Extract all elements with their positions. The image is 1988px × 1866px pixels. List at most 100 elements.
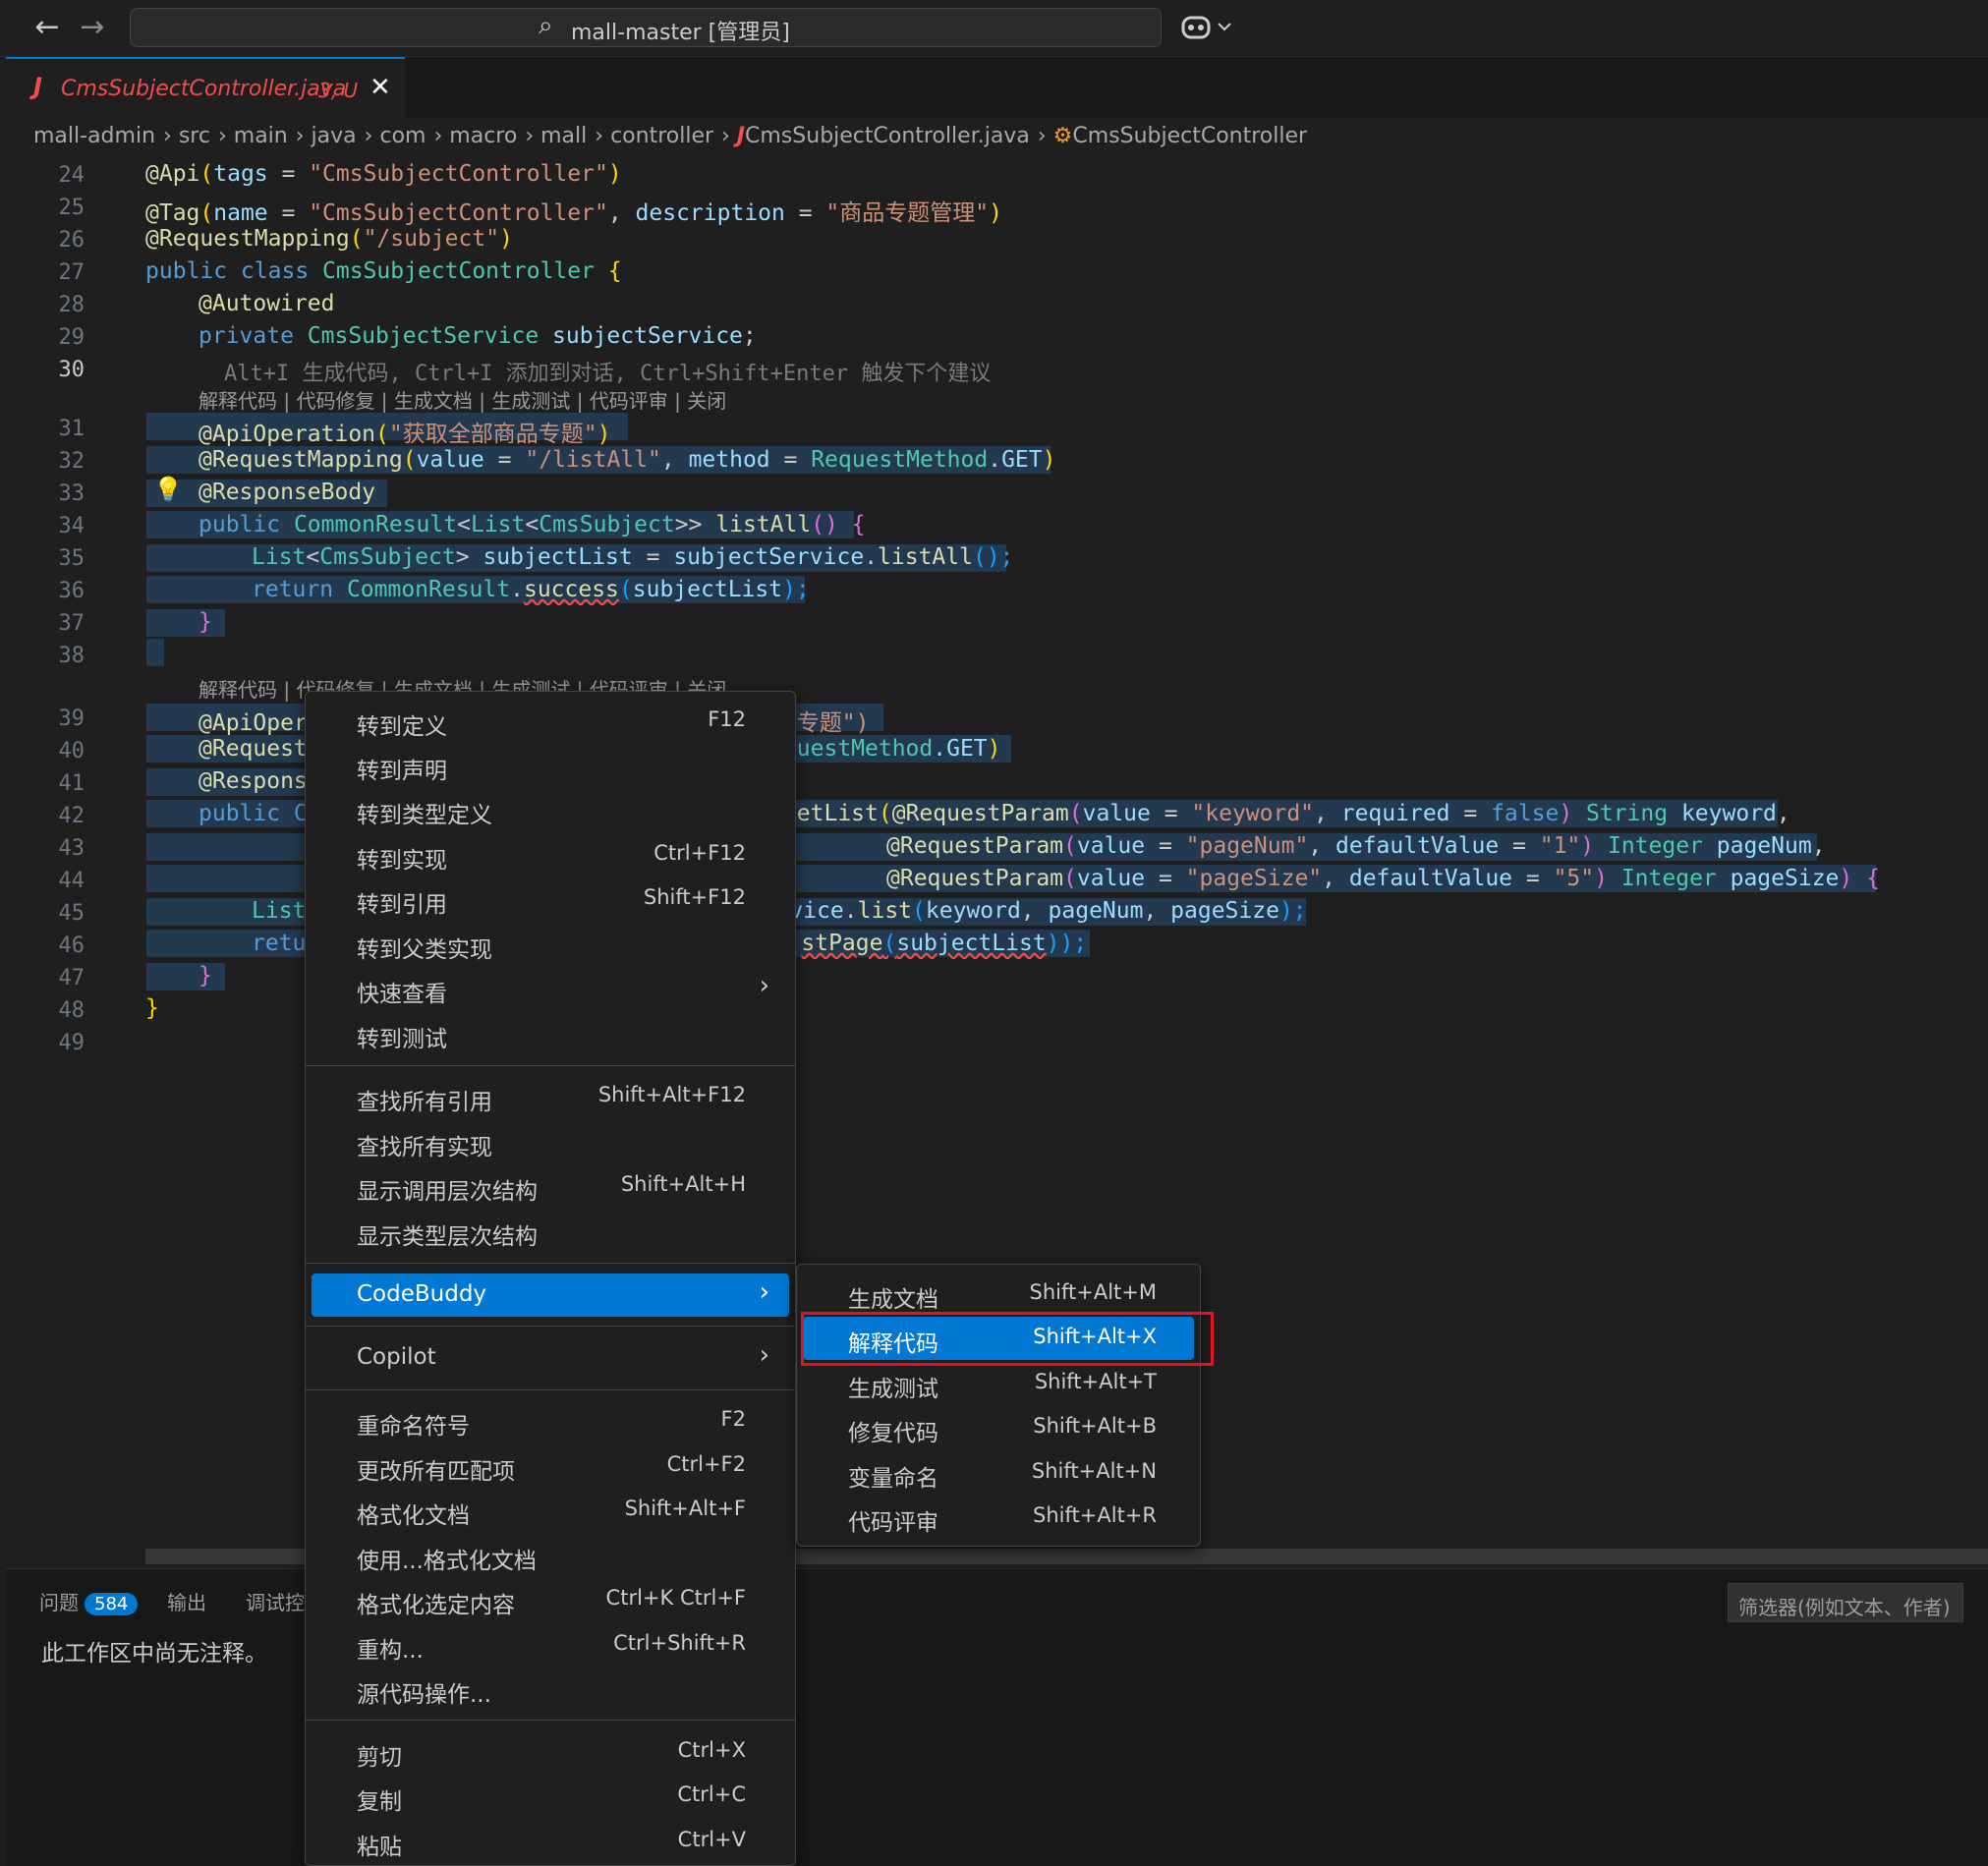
tab-output[interactable]: 输出	[167, 1587, 206, 1615]
breadcrumb-item[interactable]: com	[379, 124, 426, 148]
tab-debug-console[interactable]: 调试控	[246, 1587, 305, 1615]
menu-item-go-to-test[interactable]: 转到测试	[312, 1012, 789, 1055]
menu-separator	[306, 1720, 795, 1721]
breadcrumb: mall-admin › src › main › java › com › macro ›…	[33, 124, 1307, 153]
line-number: 38	[58, 644, 85, 668]
line-number: 24	[58, 163, 85, 188]
code-line: return CommonResult.success(subjectList)…	[252, 577, 810, 602]
breadcrumb-item[interactable]: controller	[610, 124, 713, 148]
line-number: 39	[58, 707, 85, 731]
menu-item-cut[interactable]: 剪切 Ctrl+X	[312, 1730, 789, 1774]
filter-input[interactable]: 筛选器(例如文本、作者)	[1728, 1583, 1963, 1622]
close-icon[interactable]: ✕	[369, 73, 391, 102]
submenu-item-generate-docs[interactable]: 生成文档 Shift+Alt+M	[803, 1272, 1194, 1316]
line-number: 36	[58, 579, 85, 603]
code-line: @Autowired	[199, 291, 335, 316]
code-line: }	[199, 963, 212, 989]
menu-item-codebuddy[interactable]: CodeBuddy ›	[312, 1273, 789, 1317]
selection-highlight	[146, 963, 225, 990]
line-number: 31	[58, 417, 85, 441]
menu-item-go-to-definition[interactable]: 转到定义 F12	[312, 700, 789, 743]
chevron-right-icon: ›	[595, 124, 604, 148]
chevron-right-icon: ›	[759, 1340, 769, 1370]
line-number: 32	[58, 449, 85, 474]
menu-item-show-type-hierarchy[interactable]: 显示类型层次结构	[312, 1210, 789, 1253]
menu-item-go-to-super-implementation[interactable]: 转到父类实现	[312, 923, 789, 966]
menu-item-go-to-declaration[interactable]: 转到声明	[312, 744, 789, 787]
breadcrumb-item[interactable]: main	[234, 124, 288, 148]
line-number: 37	[58, 611, 85, 636]
search-icon: ⌕	[539, 11, 553, 40]
back-arrow-icon[interactable]: ←	[29, 8, 65, 47]
code-line: @RequestMapping(value = "/listAll", meth…	[199, 447, 1056, 473]
menu-item-show-call-hierarchy[interactable]: 显示调用层次结构 Shift+Alt+H	[312, 1164, 789, 1208]
selection-highlight	[146, 639, 164, 666]
context-menu: 转到定义 F12 转到声明 转到类型定义 转到实现 Ctrl+F12 转到引用 Shi…	[305, 691, 796, 1866]
menu-item-go-to-references[interactable]: 转到引用 Shift+F12	[312, 877, 789, 921]
menu-item-change-all-occurrences[interactable]: 更改所有匹配项 Ctrl+F2	[312, 1444, 789, 1488]
chevron-right-icon: ›	[163, 124, 172, 148]
code-line: @ResponseBody	[199, 480, 376, 505]
line-number: 41	[58, 771, 85, 796]
line-number: 43	[58, 836, 85, 861]
menu-item-copy[interactable]: 复制 Ctrl+C	[312, 1775, 789, 1818]
command-center-search[interactable]: ⌕ mall-master [管理员]	[130, 8, 1162, 47]
submenu-item-code-review[interactable]: 代码评审 Shift+Alt+R	[803, 1496, 1194, 1539]
menu-item-go-to-implementation[interactable]: 转到实现 Ctrl+F12	[312, 833, 789, 876]
java-file-icon: J	[33, 73, 42, 100]
selection-highlight	[146, 609, 225, 637]
line-number: 46	[58, 933, 85, 958]
breadcrumb-item[interactable]: mall	[540, 124, 587, 148]
breadcrumb-item[interactable]: mall-admin	[33, 124, 155, 148]
copilot-icon[interactable]	[1179, 10, 1238, 45]
tab-cms-subject-controller[interactable]: J CmsSubjectController.java 3, U ✕	[6, 57, 405, 118]
menu-item-format-document[interactable]: 格式化文档 Shift+Alt+F	[312, 1489, 789, 1532]
chevron-right-icon: ›	[364, 124, 373, 148]
line-number: 42	[58, 804, 85, 828]
code-line: private CmsSubjectService subjectService…	[199, 323, 757, 349]
line-number: 47	[58, 966, 85, 990]
lightbulb-icon[interactable]: 💡	[153, 476, 183, 503]
window-title: mall-master [管理员]	[571, 21, 790, 45]
menu-item-format-selection[interactable]: 格式化选定内容 Ctrl+K Ctrl+F	[312, 1578, 789, 1621]
forward-arrow-icon[interactable]: →	[75, 8, 110, 47]
breadcrumb-item[interactable]: java	[312, 124, 357, 148]
tab-problems[interactable]: 问题 584	[39, 1587, 139, 1615]
line-number: 25	[58, 196, 85, 220]
bottom-panel: 问题 584 输出 调试控 此工作区中尚无注释。 筛选器(例如文本、作者)	[6, 1568, 1988, 1866]
java-file-icon: J	[736, 124, 746, 148]
menu-separator	[306, 1065, 795, 1066]
menu-item-find-all-implementations[interactable]: 查找所有实现	[312, 1120, 789, 1163]
menu-item-source-action[interactable]: 源代码操作...	[312, 1668, 789, 1711]
chevron-right-icon: ›	[525, 124, 535, 148]
submenu-item-rename-variable[interactable]: 变量命名 Shift+Alt+N	[803, 1451, 1194, 1495]
highlight-annotation-box	[801, 1312, 1214, 1366]
menu-item-format-document-with[interactable]: 使用...格式化文档	[312, 1534, 789, 1577]
line-number: 40	[58, 739, 85, 763]
chevron-right-icon: ›	[295, 124, 305, 148]
code-line: @Respons	[199, 768, 308, 794]
codebuddy-submenu: 生成文档 Shift+Alt+M 解释代码 Shift+Alt+X 生成测试 Shif…	[796, 1264, 1201, 1547]
code-line: public CommonResult<List<CmsSubject>> li…	[199, 512, 866, 537]
menu-item-peek[interactable]: 快速查看 ›	[312, 967, 789, 1010]
menu-item-go-to-type-definition[interactable]: 转到类型定义	[312, 788, 789, 831]
line-number: 26	[58, 228, 85, 253]
inline-suggestion-hint: Alt+I 生成代码, Ctrl+I 添加到对话, Ctrl+Shift+Ent…	[224, 362, 992, 386]
breadcrumb-item[interactable]: CmsSubjectController.java	[745, 124, 1030, 148]
menu-item-copilot[interactable]: Copilot ›	[312, 1336, 789, 1380]
chevron-right-icon: ›	[433, 124, 443, 148]
title-bar: ← → ⌕ mall-master [管理员]	[0, 0, 1988, 57]
submenu-item-generate-tests[interactable]: 生成测试 Shift+Alt+T	[803, 1362, 1194, 1405]
line-number: 30	[58, 358, 85, 382]
code-line: @Api(tags = "CmsSubjectController")	[145, 161, 622, 187]
breadcrumb-item[interactable]: src	[179, 124, 210, 148]
breadcrumb-item[interactable]: CmsSubjectController	[1072, 124, 1307, 148]
menu-item-rename-symbol[interactable]: 重命名符号 F2	[312, 1399, 789, 1442]
menu-item-refactor[interactable]: 重构... Ctrl+Shift+R	[312, 1623, 789, 1667]
submenu-item-fix-code[interactable]: 修复代码 Shift+Alt+B	[803, 1406, 1194, 1449]
menu-item-find-all-references[interactable]: 查找所有引用 Shift+Alt+F12	[312, 1075, 789, 1118]
breadcrumb-item[interactable]: macro	[449, 124, 517, 148]
chevron-right-icon: ›	[721, 124, 730, 148]
codelens-actions[interactable]: 解释代码 | 代码修复 | 生成文档 | 生成测试 | 代码评审 | 关闭	[199, 385, 726, 414]
menu-item-paste[interactable]: 粘贴 Ctrl+V	[312, 1820, 789, 1863]
